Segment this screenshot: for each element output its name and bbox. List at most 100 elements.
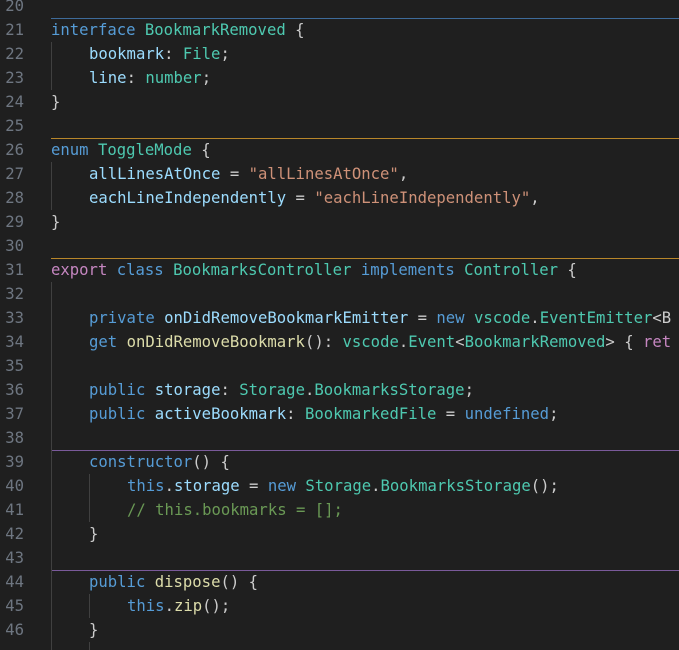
type-token: BookmarksStorage [314,381,465,399]
punctuation-token: <B [652,309,672,327]
type-token: Event [408,333,456,351]
namespace-token: Storage [305,477,372,495]
line-number: 37 [5,405,24,423]
keyword-token: class [116,261,164,279]
code-line[interactable]: 21 interface BookmarkRemoved { [0,18,679,42]
punctuation-token: : [164,45,183,63]
keyword-token: public [89,573,146,591]
line-number: 46 [5,621,24,639]
code-text: public storage: Storage.BookmarksStorage… [89,378,474,402]
keyword-token: constructor [89,453,193,471]
type-token: number [145,69,202,87]
code-line[interactable]: 37 public activeBookmark: BookmarkedFile… [0,402,679,426]
code-editor[interactable]: 20 21 interface BookmarkRemoved { 22 boo… [0,0,679,650]
code-line[interactable]: 25 [0,114,679,138]
code-line[interactable]: 41 // this.bookmarks = []; [0,498,679,522]
punctuation-token: (); [202,597,231,615]
code-line[interactable]: 24 } [0,90,679,114]
line-number: 23 [5,69,24,87]
line-number: 28 [5,189,24,207]
code-line[interactable]: 36 public storage: Storage.BookmarksStor… [0,378,679,402]
punctuation-token: } [51,213,61,231]
code-line[interactable]: 31 export class BookmarksController impl… [0,258,679,282]
code-line[interactable]: 20 [0,0,679,18]
keyword-token: this [127,597,165,615]
enum-member-token: allLinesAtOnce [89,165,221,183]
code-text: allLinesAtOnce = "allLinesAtOnce", [89,162,408,186]
punctuation-token: () { [192,453,230,471]
code-line[interactable]: 32 [0,282,679,306]
line-number: 44 [5,573,24,591]
code-line[interactable]: 46 } [0,618,679,642]
code-line[interactable]: 33 private onDidRemoveBookmarkEmitter = … [0,306,679,330]
code-line[interactable]: 45 this.zip(); [0,594,679,618]
type-token: BookmarksStorage [380,477,531,495]
code-line[interactable]: 43 [0,546,679,570]
punctuation-token: { [191,141,211,159]
line-number: 39 [5,453,24,471]
code-line[interactable]: 34 get onDidRemoveBookmark(): vscode.Eve… [0,330,679,354]
code-line[interactable]: 26 enum ToggleMode { [0,138,679,162]
punctuation-token: } [89,621,99,639]
type-token: BookmarkRemoved [464,333,606,351]
type-token: BookmarkRemoved [144,21,286,39]
punctuation-token: ; [201,69,212,87]
function-token: onDidRemoveBookmark [126,333,305,351]
property-token: storage [173,477,240,495]
type-token: EventEmitter [539,309,653,327]
code-line[interactable]: 38 [0,426,679,450]
line-number: 43 [5,549,24,567]
code-line[interactable]: 27 allLinesAtOnce = "allLinesAtOnce", [0,162,679,186]
code-line[interactable]: 40 this.storage = new Storage.BookmarksS… [0,474,679,498]
code-line[interactable]: 39 constructor() { [0,450,679,474]
line-number: 31 [5,261,24,279]
line-number: 26 [5,141,24,159]
punctuation-token: = [286,189,315,207]
code-line[interactable]: 28 eachLineIndependently = "eachLineInde… [0,186,679,210]
namespace-token: Storage [239,381,305,399]
punctuation-token: . [164,597,174,615]
punctuation-token: } [51,93,61,111]
string-token: "eachLineIndependently" [314,189,531,207]
code-text: get onDidRemoveBookmark(): vscode.Event<… [89,330,671,354]
punctuation-token: : [126,69,146,87]
type-token: Controller [464,261,559,279]
keyword-token: export [51,261,108,279]
code-line[interactable]: 44 public dispose() { [0,570,679,594]
keyword-token: interface [51,21,136,39]
enum-member-token: eachLineIndependently [89,189,287,207]
punctuation-token: = [239,477,268,495]
line-number: 24 [5,93,24,111]
line-number: 29 [5,213,24,231]
punctuation-token: } [89,525,99,543]
line-number: 25 [5,117,24,135]
punctuation-token: ; [220,45,230,63]
code-line[interactable]: 23 line: number; [0,66,679,90]
keyword-token: public [89,381,146,399]
punctuation-token: = [436,405,465,423]
namespace-token: vscode [342,333,399,351]
code-text: private onDidRemoveBookmarkEmitter = new… [89,306,671,330]
punctuation-token: () { [220,573,259,591]
code-line[interactable]: 42 } [0,522,679,546]
punctuation-token: . [304,381,315,399]
code-line[interactable]: 29 } [0,210,679,234]
punctuation-token: (); [530,477,559,495]
punctuation-token: : [286,405,305,423]
code-line[interactable]: 35 [0,354,679,378]
code-line[interactable]: 22 bookmark: File; [0,42,679,66]
line-number: 35 [5,357,24,375]
type-token: ToggleMode [97,141,192,159]
line-number: 42 [5,525,24,543]
punctuation-token: . [398,333,409,351]
code-line[interactable]: 30 [0,234,679,258]
